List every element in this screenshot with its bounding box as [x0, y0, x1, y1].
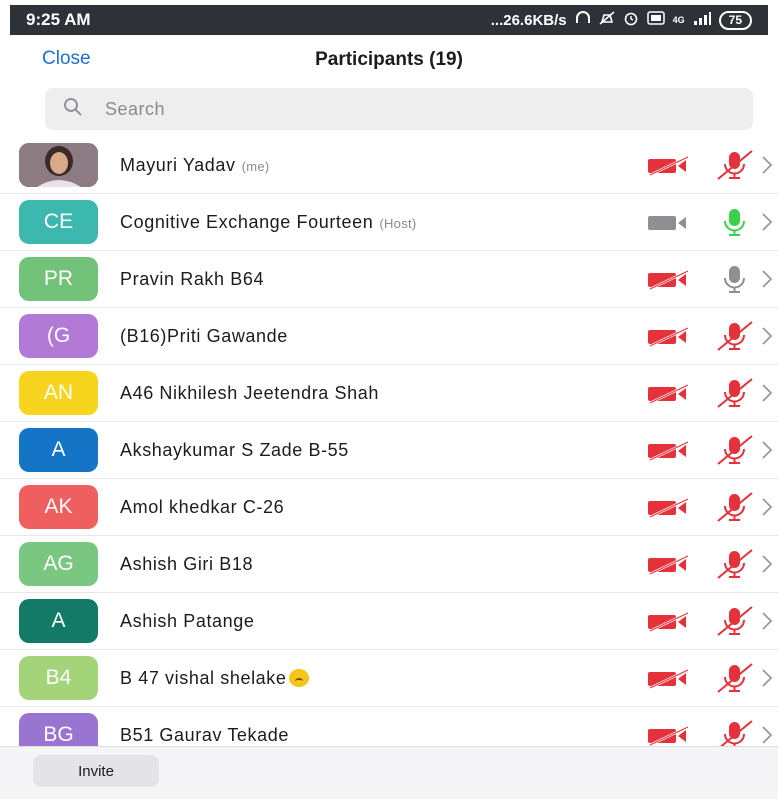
- participant-row[interactable]: (G (B16)Priti Gawande: [0, 308, 778, 365]
- participant-role-tag: (me): [241, 159, 270, 174]
- header: Close Participants (19): [0, 38, 778, 82]
- participant-row[interactable]: AK Amol khedkar C-26: [0, 479, 778, 536]
- avatar: AK: [19, 485, 98, 529]
- participant-row[interactable]: CE Cognitive Exchange Fourteen (Host): [0, 194, 778, 251]
- video-off-icon[interactable]: [648, 155, 696, 177]
- avatar: (G: [19, 314, 98, 358]
- volte-icon: [646, 11, 665, 29]
- participant-row[interactable]: A Akshaykumar S Zade B-55: [0, 422, 778, 479]
- chevron-right-icon[interactable]: [760, 723, 774, 747]
- participant-name-text: Pravin Rakh B64: [120, 269, 265, 289]
- search-icon: [63, 97, 83, 122]
- participant-name: (B16)Priti Gawande: [120, 326, 288, 347]
- status-time: 9:25 AM: [26, 10, 91, 29]
- search-bar[interactable]: [45, 88, 753, 130]
- mic-muted-icon[interactable]: [712, 320, 758, 352]
- participant-name: B51 Gaurav Tekade: [120, 725, 289, 746]
- participant-row[interactable]: AG Ashish Giri B18: [0, 536, 778, 593]
- video-off-icon[interactable]: [648, 668, 696, 690]
- participant-name: Pravin Rakh B64: [120, 269, 264, 290]
- mic-muted-icon[interactable]: [712, 149, 758, 181]
- participant-list[interactable]: Mayuri Yadav (me) CE Cognitive Exchange Fou…: [0, 137, 778, 764]
- participant-name: Ashish Patange: [120, 611, 255, 632]
- participant-name-text: Akshaykumar S Zade B-55: [120, 440, 349, 460]
- chevron-right-icon[interactable]: [760, 210, 774, 234]
- participant-name: Amol khedkar C-26: [120, 497, 284, 518]
- upside-down-face-emoji: [288, 669, 309, 687]
- mic-muted-icon[interactable]: [712, 491, 758, 523]
- avatar: A: [19, 428, 98, 472]
- avatar: B4: [19, 656, 98, 700]
- participant-name: A46 Nikhilesh Jeetendra Shah: [120, 383, 379, 404]
- status-bar: 9:25 AM ...26.6KB/s 4G 75: [10, 5, 768, 35]
- participant-name: B 47 vishal shelake: [120, 668, 309, 689]
- mic-muted-icon[interactable]: [712, 377, 758, 409]
- alarm-icon: [623, 10, 639, 30]
- video-off-icon[interactable]: [648, 725, 696, 747]
- participant-name-text: Cognitive Exchange Fourteen: [120, 212, 374, 232]
- chevron-right-icon[interactable]: [760, 552, 774, 576]
- footer-bar: Invite: [0, 746, 778, 799]
- participant-role-tag: (Host): [379, 216, 417, 231]
- participant-name: Mayuri Yadav (me): [120, 155, 270, 176]
- participant-name-text: B 47 vishal shelake: [120, 668, 287, 688]
- mic-muted-icon[interactable]: [712, 434, 758, 466]
- video-off-icon[interactable]: [648, 497, 696, 519]
- network-type: 4G: [672, 15, 685, 25]
- participant-name-text: B51 Gaurav Tekade: [120, 725, 289, 745]
- signal-icon: [693, 11, 711, 29]
- avatar: PR: [19, 257, 98, 301]
- chevron-right-icon[interactable]: [760, 381, 774, 405]
- network-speed: ...26.6KB/s: [490, 11, 567, 29]
- participant-name: Akshaykumar S Zade B-55: [120, 440, 349, 461]
- video-off-icon[interactable]: [648, 554, 696, 576]
- mic-muted-icon[interactable]: [712, 662, 758, 694]
- participant-name-text: Amol khedkar C-26: [120, 497, 285, 517]
- page-title: Participants (19): [315, 49, 463, 70]
- video-camera-icon[interactable]: [648, 213, 696, 233]
- participant-row[interactable]: B4 B 47 vishal shelake: [0, 650, 778, 707]
- video-off-icon[interactable]: [648, 383, 696, 405]
- avatar: AN: [19, 371, 98, 415]
- chevron-right-icon[interactable]: [760, 153, 774, 177]
- video-off-icon[interactable]: [648, 326, 696, 348]
- mute-notifications-icon: [599, 11, 615, 29]
- participant-name-text: Mayuri Yadav: [120, 155, 236, 175]
- participant-row[interactable]: Mayuri Yadav (me): [0, 137, 778, 194]
- close-button[interactable]: Close: [42, 48, 91, 70]
- battery-level: 75: [718, 10, 752, 30]
- participant-name-text: Ashish Giri B18: [120, 554, 254, 574]
- video-off-icon[interactable]: [648, 611, 696, 633]
- video-off-icon[interactable]: [648, 269, 696, 291]
- participant-name-text: Ashish Patange: [120, 611, 255, 631]
- video-off-icon[interactable]: [648, 440, 696, 462]
- participant-row[interactable]: PR Pravin Rakh B64: [0, 251, 778, 308]
- chevron-right-icon[interactable]: [760, 495, 774, 519]
- participant-name-text: (B16)Priti Gawande: [120, 326, 288, 346]
- chevron-right-icon[interactable]: [760, 609, 774, 633]
- status-indicators: ...26.6KB/s 4G 75: [491, 10, 752, 30]
- search-input[interactable]: [103, 97, 707, 121]
- invite-button[interactable]: Invite: [33, 755, 159, 787]
- chevron-right-icon[interactable]: [760, 324, 774, 348]
- avatar: AG: [19, 542, 98, 586]
- microphone-icon[interactable]: [712, 206, 758, 238]
- microphone-icon[interactable]: [712, 263, 758, 295]
- participant-row[interactable]: A Ashish Patange: [0, 593, 778, 650]
- mic-muted-icon[interactable]: [712, 605, 758, 637]
- chevron-right-icon[interactable]: [760, 438, 774, 462]
- avatar: CE: [19, 200, 98, 244]
- chevron-right-icon[interactable]: [760, 666, 774, 690]
- avatar: [19, 143, 98, 187]
- participant-name: Ashish Giri B18: [120, 554, 253, 575]
- chevron-right-icon[interactable]: [760, 267, 774, 291]
- avatar: A: [19, 599, 98, 643]
- participant-name-text: A46 Nikhilesh Jeetendra Shah: [120, 383, 379, 403]
- participant-name: Cognitive Exchange Fourteen (Host): [120, 212, 417, 233]
- participant-row[interactable]: AN A46 Nikhilesh Jeetendra Shah: [0, 365, 778, 422]
- headphones-icon: [575, 11, 591, 29]
- mic-muted-icon[interactable]: [712, 548, 758, 580]
